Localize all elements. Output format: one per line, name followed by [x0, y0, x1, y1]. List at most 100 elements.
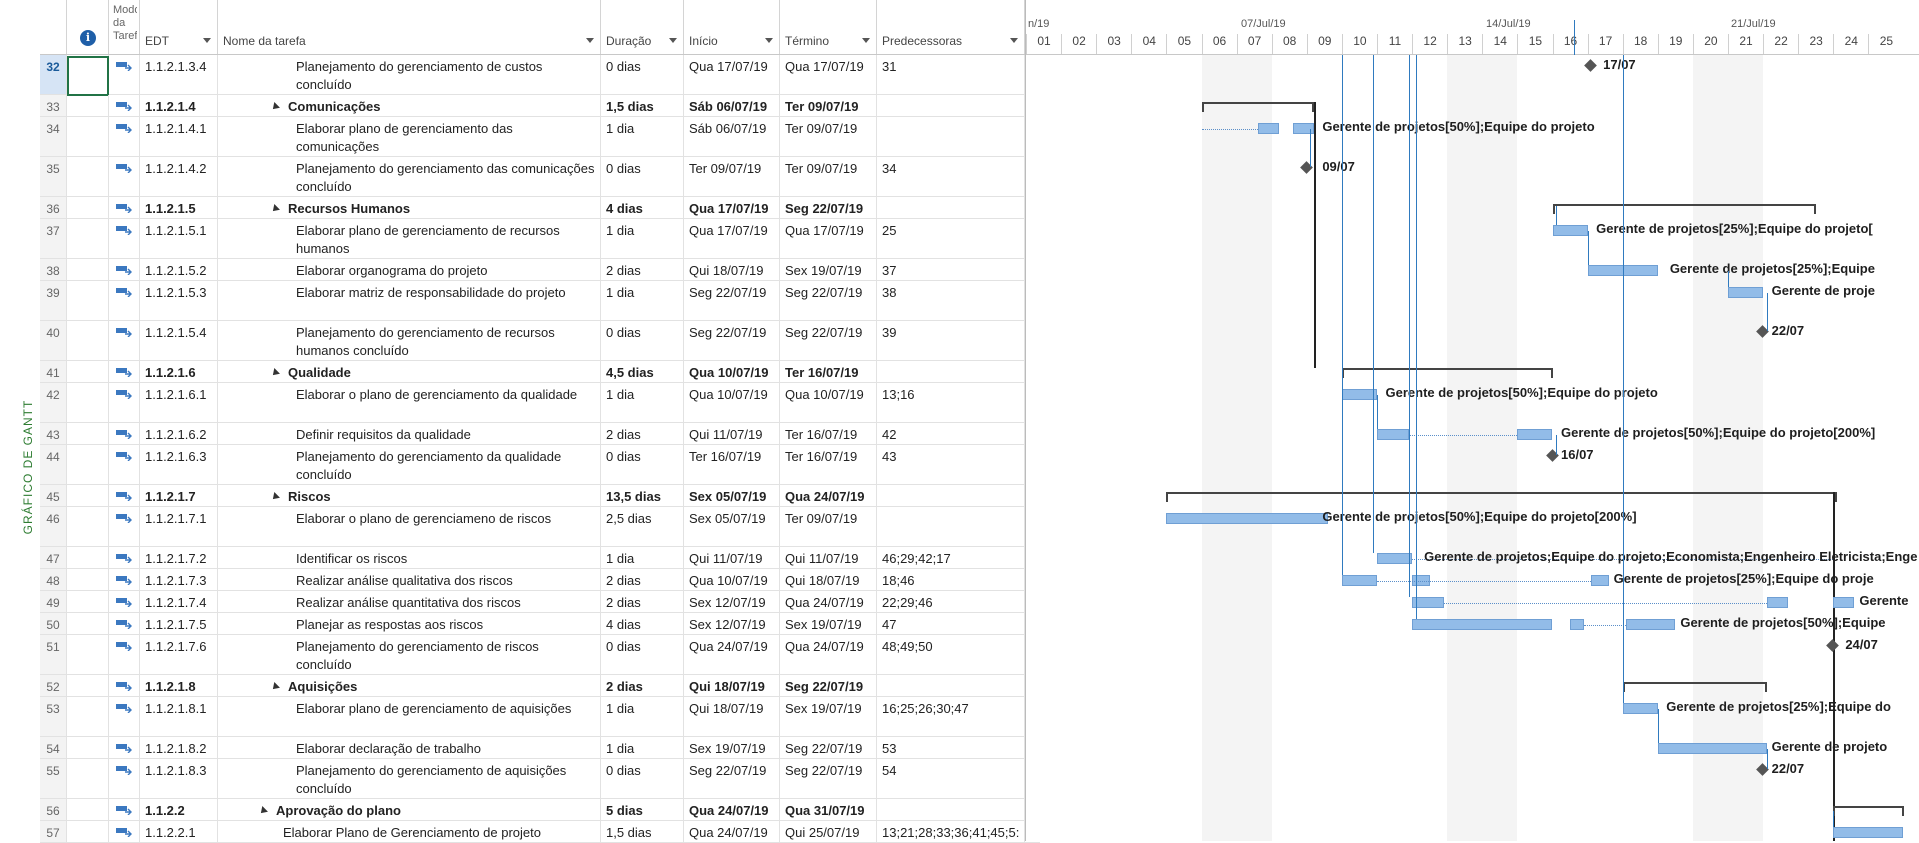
- table-row[interactable]: 35 1.1.2.1.4.2 Planejamento do gerenciamen…: [40, 157, 1040, 197]
- task-name-cell[interactable]: Qualidade: [218, 361, 601, 382]
- task-mode-cell[interactable]: [109, 737, 140, 758]
- chevron-down-icon[interactable]: [862, 38, 870, 43]
- task-mode-cell[interactable]: [109, 569, 140, 590]
- predecessors-value-cell[interactable]: 54: [877, 759, 1025, 798]
- predecessors-value-cell[interactable]: [877, 95, 1025, 116]
- task-mode-cell[interactable]: [109, 117, 140, 156]
- table-row[interactable]: 44 1.1.2.1.6.3 Planejamento do gerenciamen…: [40, 445, 1040, 485]
- row-number-cell[interactable]: 41: [40, 361, 67, 382]
- duration-value-cell[interactable]: 1 dia: [601, 547, 684, 568]
- task-name-cell[interactable]: Definir requisitos da qualidade: [218, 423, 601, 444]
- duration-value-cell[interactable]: 1 dia: [601, 219, 684, 258]
- duration-value-cell[interactable]: 4 dias: [601, 613, 684, 634]
- task-bar[interactable]: [1626, 619, 1676, 630]
- duration-value-cell[interactable]: 0 dias: [601, 157, 684, 196]
- finish-date-cell[interactable]: Qua 24/07/19: [780, 485, 877, 506]
- info-cell[interactable]: [67, 821, 109, 842]
- row-number-cell[interactable]: 36: [40, 197, 67, 218]
- predecessors-value-cell[interactable]: 46;29;42;17: [877, 547, 1025, 568]
- table-row[interactable]: 33 1.1.2.1.4 Comunicações 1,5 dias Sáb 06/07…: [40, 95, 1040, 117]
- row-number-cell[interactable]: 54: [40, 737, 67, 758]
- task-mode-cell[interactable]: [109, 635, 140, 674]
- duration-value-cell[interactable]: 1 dia: [601, 117, 684, 156]
- start-date-cell[interactable]: Qua 24/07/19: [684, 799, 780, 820]
- duration-column-header[interactable]: Duração: [601, 0, 684, 54]
- task-mode-cell[interactable]: [109, 383, 140, 422]
- predecessors-value-cell[interactable]: 43: [877, 445, 1025, 484]
- duration-value-cell[interactable]: 0 dias: [601, 321, 684, 360]
- duration-value-cell[interactable]: 4,5 dias: [601, 361, 684, 382]
- info-cell[interactable]: [67, 423, 109, 444]
- info-cell[interactable]: [67, 117, 109, 156]
- row-number-cell[interactable]: 34: [40, 117, 67, 156]
- table-row[interactable]: 55 1.1.2.1.8.3 Planejamento do gerenciamen…: [40, 759, 1040, 799]
- task-bar[interactable]: [1833, 827, 1904, 838]
- task-mode-cell[interactable]: [109, 423, 140, 444]
- collapse-triangle-icon[interactable]: [270, 492, 280, 502]
- duration-value-cell[interactable]: 0 dias: [601, 635, 684, 674]
- predecessors-value-cell[interactable]: 13;16: [877, 383, 1025, 422]
- table-row[interactable]: 47 1.1.2.1.7.2 Identificar os riscos 1 dia Q…: [40, 547, 1040, 569]
- finish-date-cell[interactable]: Qua 24/07/19: [780, 591, 877, 612]
- task-name-cell[interactable]: Elaborar declaração de trabalho: [218, 737, 601, 758]
- start-date-cell[interactable]: Sex 12/07/19: [684, 591, 780, 612]
- task-bar[interactable]: [1833, 597, 1855, 608]
- edt-value-cell[interactable]: 1.1.2.1.6.2: [140, 423, 218, 444]
- predecessors-value-cell[interactable]: [877, 799, 1025, 820]
- task-mode-cell[interactable]: [109, 485, 140, 506]
- duration-value-cell[interactable]: 1,5 dias: [601, 821, 684, 842]
- finish-date-cell[interactable]: Qui 18/07/19: [780, 569, 877, 590]
- row-number-cell[interactable]: 33: [40, 95, 67, 116]
- info-cell[interactable]: [67, 759, 109, 798]
- pred-column-header[interactable]: Predecessoras: [877, 0, 1025, 54]
- table-row[interactable]: 42 1.1.2.1.6.1 Elaborar o plano de gerenci…: [40, 383, 1040, 423]
- milestone-diamond[interactable]: [1826, 639, 1840, 652]
- task-mode-cell[interactable]: [109, 157, 140, 196]
- edt-value-cell[interactable]: 1.1.2.1.7.4: [140, 591, 218, 612]
- finish-date-cell[interactable]: Sex 19/07/19: [780, 613, 877, 634]
- task-name-cell[interactable]: Recursos Humanos: [218, 197, 601, 218]
- duration-value-cell[interactable]: 0 dias: [601, 759, 684, 798]
- predecessors-value-cell[interactable]: 53: [877, 737, 1025, 758]
- summary-bar[interactable]: [1833, 806, 1904, 808]
- edt-value-cell[interactable]: 1.1.2.1.5.3: [140, 281, 218, 320]
- row-number-cell[interactable]: 52: [40, 675, 67, 696]
- mode-column-header[interactable]: Modo da Tarefa: [109, 0, 140, 54]
- task-name-cell[interactable]: Comunicações: [218, 95, 601, 116]
- table-row[interactable]: 54 1.1.2.1.8.2 Elaborar declaração de trab…: [40, 737, 1040, 759]
- edt-value-cell[interactable]: 1.1.2.1.7: [140, 485, 218, 506]
- info-cell[interactable]: [67, 697, 109, 736]
- predecessors-value-cell[interactable]: 37: [877, 259, 1025, 280]
- task-name-cell[interactable]: Elaborar matriz de responsabilidade do p…: [218, 281, 601, 320]
- row-number-cell[interactable]: 55: [40, 759, 67, 798]
- summary-bar[interactable]: [1201, 102, 1314, 104]
- info-cell[interactable]: [67, 799, 109, 820]
- info-cell[interactable]: [67, 613, 109, 634]
- gantt-chart[interactable]: n/19 07/Jul/19 14/Jul/19 21/Jul/19 01 02 0…: [1025, 0, 1919, 841]
- predecessors-value-cell[interactable]: [877, 507, 1025, 546]
- row-number-cell[interactable]: 46: [40, 507, 67, 546]
- info-cell[interactable]: [67, 675, 109, 696]
- task-bar[interactable]: [1166, 513, 1328, 524]
- summary-bar[interactable]: [1552, 204, 1816, 206]
- info-cell[interactable]: [67, 197, 109, 218]
- finish-date-cell[interactable]: Seg 22/07/19: [780, 759, 877, 798]
- edt-value-cell[interactable]: 1.1.2.1.4.2: [140, 157, 218, 196]
- finish-date-cell[interactable]: Qua 17/07/19: [780, 219, 877, 258]
- duration-value-cell[interactable]: 2 dias: [601, 423, 684, 444]
- task-name-cell[interactable]: Elaborar o plano de gerenciamento da qua…: [218, 383, 601, 422]
- row-number-cell[interactable]: 37: [40, 219, 67, 258]
- predecessors-value-cell[interactable]: [877, 197, 1025, 218]
- edt-value-cell[interactable]: 1.1.2.1.5: [140, 197, 218, 218]
- duration-value-cell[interactable]: 0 dias: [601, 445, 684, 484]
- row-number-cell[interactable]: 43: [40, 423, 67, 444]
- view-sidebar[interactable]: GRÁFICO DE GANTT: [0, 0, 40, 841]
- table-row[interactable]: 49 1.1.2.1.7.4 Realizar análise quantitati…: [40, 591, 1040, 613]
- start-date-cell[interactable]: Qui 18/07/19: [684, 697, 780, 736]
- task-mode-cell[interactable]: [109, 55, 140, 94]
- table-row[interactable]: 50 1.1.2.1.7.5 Planejar as respostas aos r…: [40, 613, 1040, 635]
- start-date-cell[interactable]: Qui 11/07/19: [684, 423, 780, 444]
- duration-value-cell[interactable]: 13,5 dias: [601, 485, 684, 506]
- finish-date-cell[interactable]: Seg 22/07/19: [780, 281, 877, 320]
- edt-value-cell[interactable]: 1.1.2.1.8.1: [140, 697, 218, 736]
